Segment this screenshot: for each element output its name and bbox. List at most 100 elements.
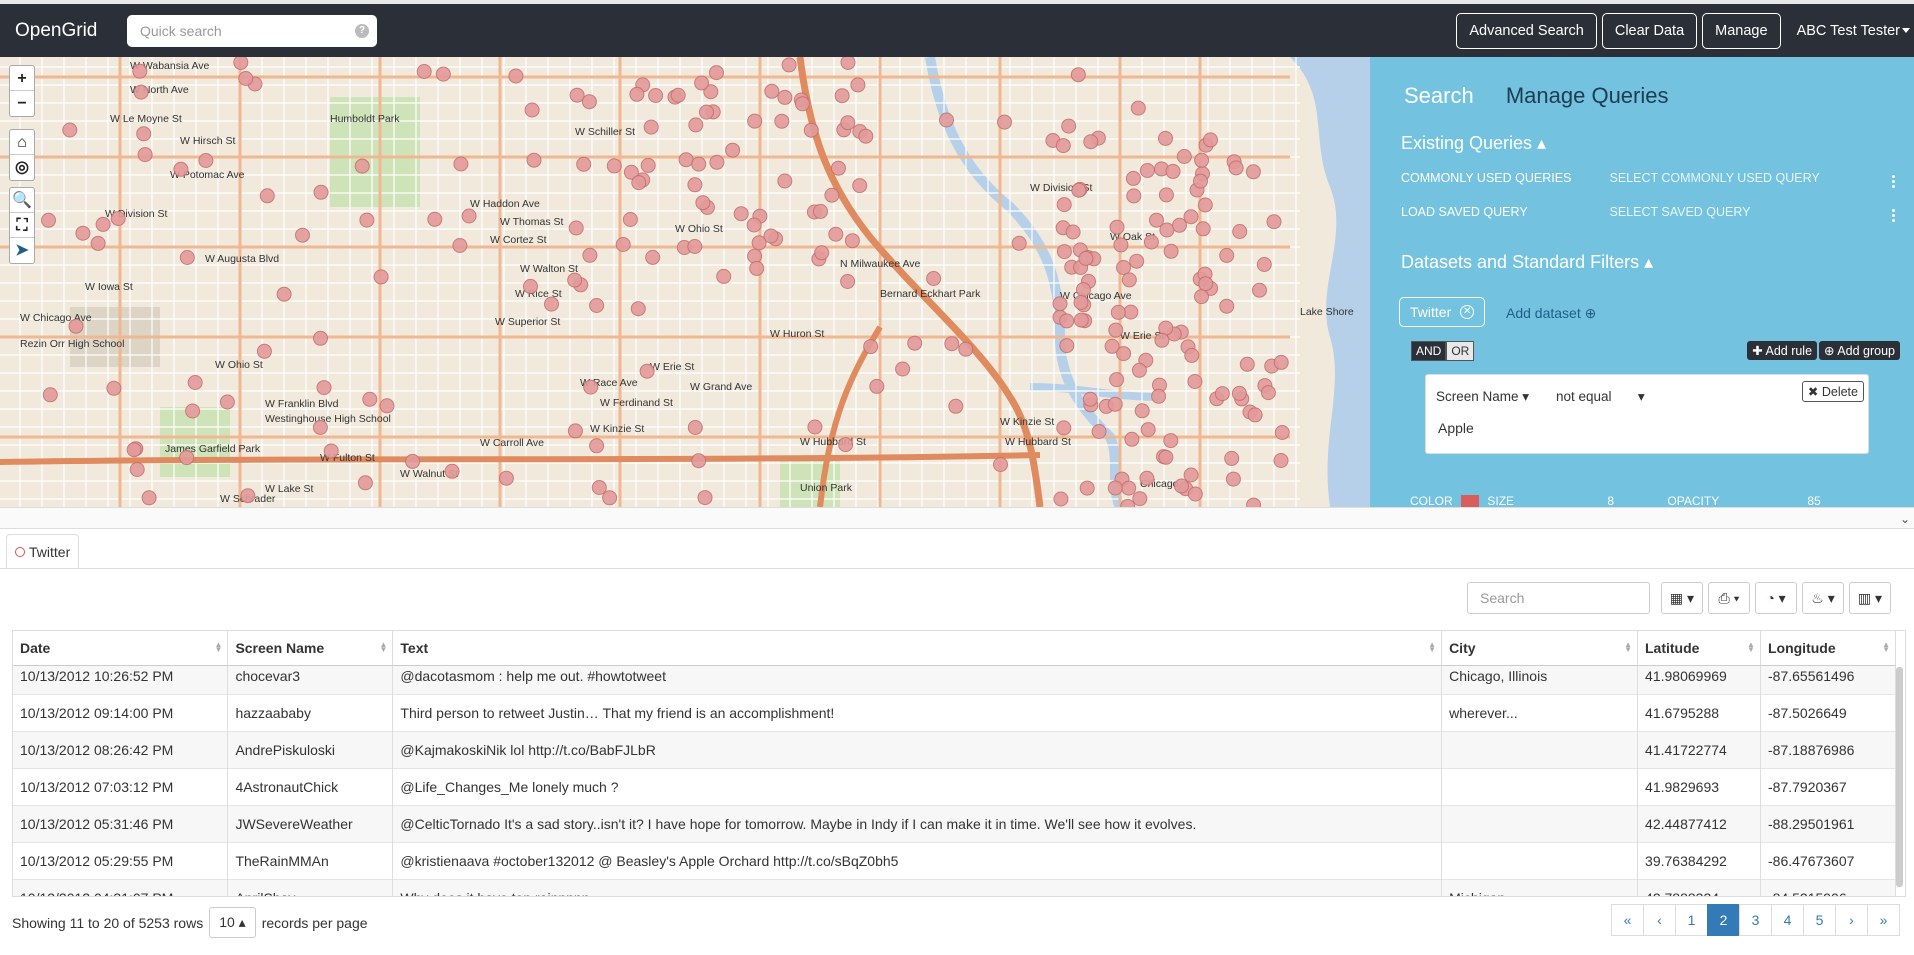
fullscreen-icon[interactable]: ⛶	[10, 213, 34, 238]
table-cell-screen-name: hazzaababy	[227, 694, 394, 732]
zoom-box-icon[interactable]: 🔍	[10, 188, 34, 213]
column-header-screen-name[interactable]: Screen Name ▲ ▼	[227, 631, 394, 666]
table-row[interactable]: 10/13/2012 04:31:07 PMAprilShayWhy does …	[13, 879, 1896, 896]
tweet-marker	[1176, 149, 1192, 164]
tweet-marker	[240, 488, 256, 504]
or-button[interactable]: OR	[1446, 341, 1475, 361]
table-search-input[interactable]: Search	[1467, 582, 1650, 614]
pie-chart-icon[interactable]: ◔ ▾	[1755, 582, 1797, 614]
datasets-heading[interactable]: Datasets and Standard Filters ▴	[1401, 252, 1653, 273]
column-header-city[interactable]: City ▲ ▼	[1441, 631, 1638, 666]
last-page-button[interactable]: »	[1867, 904, 1900, 936]
table-row[interactable]: 10/13/2012 07:03:12 PM 4AstronautChick @Li…	[13, 768, 1896, 806]
locate-icon[interactable]: ◎	[10, 155, 34, 180]
tweet-marker	[1056, 197, 1072, 213]
circle-icon	[15, 546, 25, 557]
kebab-menu-icon[interactable]	[1892, 175, 1896, 190]
user-menu[interactable]: ABC Test Tester	[1797, 23, 1910, 39]
tweet-marker	[233, 57, 249, 70]
tweet-marker	[1121, 480, 1137, 496]
rule-field-select[interactable]: Screen Name ▾	[1436, 389, 1529, 405]
clear-data-button[interactable]: Clear Data	[1601, 12, 1698, 49]
existing-queries-heading[interactable]: Existing Queries ▴	[1401, 133, 1546, 154]
column-header-longitude[interactable]: Longitude ▲ ▼	[1760, 631, 1897, 666]
table-cell-text: @kristienaava #october132012 @ Beasley's…	[392, 842, 1443, 880]
tweet-marker	[830, 160, 846, 176]
rule-operator-select[interactable]: not equal ▾	[1556, 389, 1645, 405]
advanced-search-button[interactable]: Advanced Search	[1456, 12, 1597, 49]
tweet-marker	[648, 88, 664, 103]
bar-chart-icon[interactable]: ▥ ▾	[1849, 582, 1891, 614]
page-4-button[interactable]: 4	[1771, 904, 1804, 936]
tab-manage-queries[interactable]: Manage Queries	[1506, 83, 1669, 108]
manage-button[interactable]: Manage	[1702, 12, 1781, 49]
zoom-in-button[interactable]: +	[10, 66, 34, 91]
dataset-chip[interactable]: Twitter ✕	[1399, 297, 1486, 327]
print-icon[interactable]: ⎙ ▾	[1708, 582, 1750, 614]
delete-rule-button[interactable]: ✖ Delete	[1801, 381, 1864, 402]
navigate-icon[interactable]: ➤	[10, 238, 34, 263]
tweet-marker	[1219, 247, 1235, 263]
tab-search[interactable]: Search	[1404, 83, 1474, 108]
saved-query-select[interactable]: SELECT SAVED QUERY	[1609, 205, 1750, 219]
tweet-marker	[187, 375, 203, 390]
column-header-date[interactable]: Date ▲ ▼	[13, 631, 229, 666]
tweet-marker	[709, 65, 724, 81]
table-row[interactable]: 10/13/2012 05:31:46 PM JWSevereWeather @Ce…	[13, 805, 1896, 843]
map-canvas[interactable]: W Wabansia AveW North AveW Le Moyne StW …	[0, 57, 1370, 507]
tweet-marker	[774, 113, 790, 129]
add-dataset-link[interactable]: Add dataset ⊕	[1506, 305, 1596, 322]
add-group-button[interactable]: ⊕ Add group	[1819, 341, 1900, 360]
color-swatch[interactable]	[1461, 494, 1480, 507]
quick-search-input[interactable]	[127, 14, 337, 47]
tab-twitter[interactable]: Twitter	[6, 534, 80, 568]
kebab-menu-icon[interactable]	[1892, 209, 1896, 224]
street-label: W Hubbard St	[800, 436, 866, 448]
page-3-button[interactable]: 3	[1739, 904, 1772, 936]
tweet-marker	[631, 175, 647, 191]
page-1-button[interactable]: 1	[1675, 904, 1708, 936]
commonly-used-select[interactable]: SELECT COMMONLY USED QUERY	[1609, 171, 1819, 185]
tweet-marker	[137, 147, 153, 163]
panel-splitter[interactable]: ⌄	[0, 507, 1914, 529]
chevron-down-icon[interactable]: ⌄	[1900, 512, 1910, 526]
per-page-select[interactable]: 10 ▴	[209, 907, 256, 938]
opacity-value[interactable]: 85	[1807, 494, 1820, 507]
size-value[interactable]: 8	[1607, 494, 1614, 507]
brand-logo[interactable]: OpenGrid	[15, 20, 127, 42]
and-button[interactable]: AND	[1411, 341, 1447, 361]
tweet-marker	[136, 126, 152, 142]
remove-dataset-icon[interactable]: ✕	[1460, 305, 1475, 319]
table-scrollbar[interactable]	[1896, 667, 1903, 887]
tweet-marker	[670, 87, 686, 103]
next-page-button[interactable]: ›	[1835, 904, 1868, 936]
first-page-button[interactable]: «	[1611, 904, 1644, 936]
home-icon[interactable]: ⌂	[10, 130, 34, 155]
rule-value-input[interactable]: Apple	[1438, 420, 1474, 436]
page-2-button[interactable]: 2	[1707, 904, 1740, 936]
table-row[interactable]: 10/13/2012 08:26:42 PM AndrePiskuloski @Ka…	[13, 731, 1896, 769]
tweet-marker	[944, 336, 960, 352]
tweet-marker	[852, 178, 868, 194]
grid-icon[interactable]: ▦ ▾	[1661, 582, 1703, 614]
zoom-out-button[interactable]: −	[10, 91, 34, 116]
street-label: Bernard Eckhart Park	[880, 288, 981, 300]
tweet-marker	[803, 122, 819, 138]
street-label: W Walton St	[520, 263, 578, 275]
column-header-latitude[interactable]: Latitude ▲ ▼	[1637, 631, 1761, 666]
add-rule-button[interactable]: ✚ Add rule	[1747, 341, 1818, 360]
size-label: SIZE	[1487, 494, 1515, 507]
help-icon[interactable]: ?	[355, 23, 369, 38]
table-row[interactable]: 10/13/2012 05:29:55 PM TheRainMMAn @kristi…	[13, 842, 1896, 880]
fire-icon[interactable]: ♨ ▾	[1802, 582, 1844, 614]
tweet-marker	[1151, 388, 1167, 404]
column-header-text[interactable]: Text ▲ ▼	[392, 631, 1443, 666]
table-row[interactable]: 10/13/2012 09:14:00 PM hazzaababy Third pe…	[13, 694, 1896, 732]
prev-page-button[interactable]: ‹	[1643, 904, 1676, 936]
map-view[interactable]: W Wabansia Ave W North Ave W Le Moyne St W …	[0, 57, 1370, 507]
table-cell-city: Michigan	[1441, 879, 1639, 896]
tweet-marker	[126, 442, 142, 458]
tweet-marker	[1075, 282, 1091, 298]
page-5-button[interactable]: 5	[1803, 904, 1836, 936]
data-table: 10/13/2012 10:26:52 PM chocevar3 @dacotasm…	[12, 630, 1906, 897]
